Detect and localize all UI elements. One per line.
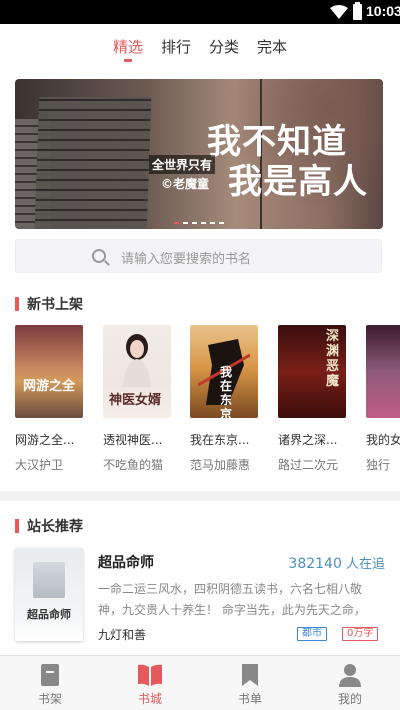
book-title: 诸界之深...: [278, 433, 338, 447]
bottom-nav: 书架 书城 书单 我的: [0, 655, 400, 710]
book-author: 大汉护卫: [15, 458, 64, 472]
book-card[interactable]: 神医女婿 透视神医... 不吃鱼的猫: [103, 325, 173, 473]
nav-booklist[interactable]: 书单: [200, 656, 300, 710]
book-cover: 神医女婿: [103, 325, 171, 418]
section-header-new-books: 新书上架: [15, 294, 83, 314]
book-card[interactable]: 网游之全 网游之全... 大汉护卫: [15, 325, 85, 473]
book-cover: 我在东京: [190, 325, 258, 418]
new-books-list: 网游之全 网游之全... 大汉护卫 神医女婿 透视神医... 不吃鱼的猫 我在东…: [15, 325, 400, 475]
tab-completed[interactable]: 完本: [257, 36, 287, 62]
tab-category[interactable]: 分类: [209, 36, 239, 62]
section-accent-bar: [15, 297, 19, 311]
book-title: 网游之全...: [15, 433, 75, 447]
section-accent-bar: [15, 519, 19, 533]
book-title: 我在东京...: [190, 433, 250, 447]
banner-subtitle: 全世界只有: [149, 155, 216, 174]
nav-label: 书架: [37, 692, 62, 706]
tab-ranking[interactable]: 排行: [161, 36, 191, 62]
cover-title: 我在东京: [220, 365, 233, 418]
book-card[interactable]: 我的女 独行: [366, 325, 400, 473]
cover-art: [33, 562, 65, 598]
book-cover: 网游之全: [15, 325, 83, 418]
nav-label: 我的: [337, 692, 362, 706]
book-author: 路过二次元: [278, 458, 339, 472]
book-title: 我的女: [366, 433, 400, 447]
cover-figure-art: [123, 334, 151, 387]
bookmark-icon: [242, 664, 258, 686]
wordcount-tag: 0万字: [342, 627, 379, 641]
book-title: 透视神医...: [103, 433, 163, 447]
recommend-book-card[interactable]: 超品命师 超品命师 382140 人在追 一命二运三风水，四积阴德五读书，六名七…: [15, 548, 385, 643]
battery-icon: [353, 2, 362, 20]
nav-bookstore[interactable]: 书城: [100, 656, 200, 710]
search-placeholder: 请输入您要搜索的书名: [121, 252, 252, 267]
section-title: 站长推荐: [27, 519, 83, 535]
carousel-dot[interactable]: [174, 222, 179, 224]
wifi-icon: [330, 5, 348, 19]
nav-label: 书单: [237, 692, 262, 706]
open-book-icon: [138, 664, 162, 686]
carousel-dot[interactable]: [201, 222, 206, 224]
cover-title: 深渊恶魔: [326, 329, 340, 389]
section-title: 新书上架: [27, 297, 83, 313]
book-author: 独行: [366, 458, 391, 472]
book-title: 超品命师: [98, 555, 154, 571]
readers-count: 382140 人在追: [288, 553, 385, 572]
book-author: 范马加藤惠: [190, 458, 251, 472]
readers-suffix: 人在追: [341, 557, 385, 572]
top-tabs: 精选 排行 分类 完本: [0, 36, 400, 64]
book-author: 不吃鱼的猫: [103, 458, 164, 472]
search-icon: [92, 249, 106, 263]
section-divider: [0, 491, 400, 501]
cover-title: 超品命师: [27, 608, 71, 621]
genre-tag: 都市: [297, 627, 327, 641]
cover-title: 网游之全: [23, 379, 76, 394]
book-cover: 超品命师: [15, 548, 83, 641]
banner-author: ©老魔童: [161, 177, 210, 191]
user-icon: [339, 664, 361, 687]
banner-carousel[interactable]: 我不知道 我是高人 全世界只有 ©老魔童: [15, 79, 383, 229]
carousel-dot[interactable]: [192, 222, 197, 224]
bookshelf-icon: [41, 664, 59, 686]
cover-title: 神医女婿: [109, 393, 162, 408]
banner-building-art: [34, 97, 152, 229]
book-cover: 深渊恶魔: [278, 325, 346, 418]
status-bar: 10:03: [0, 0, 400, 24]
carousel-dot[interactable]: [219, 222, 224, 224]
nav-bookshelf[interactable]: 书架: [0, 656, 100, 710]
nav-label: 书城: [137, 692, 162, 706]
book-description: 一命二运三风水，四积阴德五读书，六名七相八敬神，九交贵人十养生！ 命字当先，此为…: [98, 582, 366, 617]
book-author: 九灯和善: [98, 628, 147, 642]
carousel-dot[interactable]: [183, 222, 188, 224]
status-time: 10:03: [366, 3, 400, 19]
readers-number: 382140: [288, 556, 342, 572]
carousel-dot[interactable]: [210, 222, 215, 224]
carousel-indicator: [15, 222, 383, 224]
search-input[interactable]: 请输入您要搜索的书名: [15, 239, 382, 273]
book-card[interactable]: 深渊恶魔 诸界之深... 路过二次元: [278, 325, 348, 473]
tab-featured[interactable]: 精选: [113, 36, 143, 62]
banner-title-line2: 我是高人: [228, 162, 368, 202]
section-header-recommend: 站长推荐: [15, 516, 83, 536]
nav-profile[interactable]: 我的: [300, 656, 400, 710]
book-card[interactable]: 我在东京 我在东京... 范马加藤惠: [190, 325, 260, 473]
book-cover: [366, 325, 400, 418]
